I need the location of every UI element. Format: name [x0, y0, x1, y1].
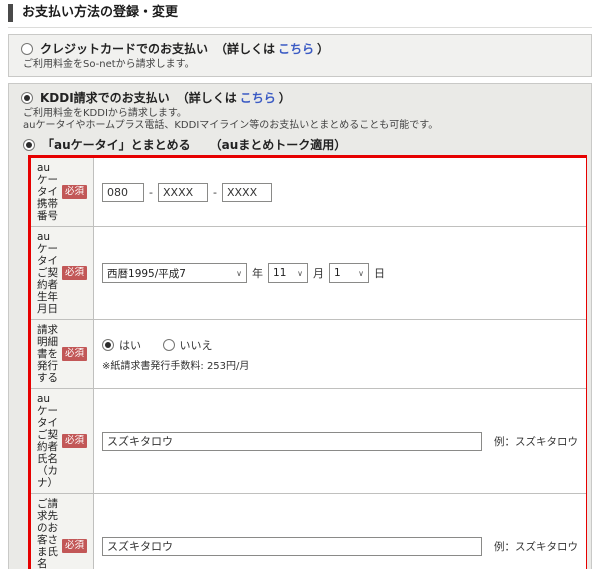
phone-part3-input[interactable] — [222, 183, 272, 202]
kddi-label: KDDI請求でのお支払い — [40, 89, 170, 106]
details-suffix: ） — [279, 89, 291, 106]
required-badge: 必須 — [62, 266, 87, 280]
month-unit: 月 — [313, 265, 324, 281]
au-mobile-group-radio[interactable] — [23, 139, 35, 151]
details-prefix: （詳しくは — [177, 89, 237, 106]
credit-card-radio[interactable] — [21, 43, 33, 55]
table-row-contractor-name: auケータイご契約者氏名（カナ） 必須 例：スズキタロウ — [31, 389, 586, 494]
contractor-name-label: auケータイご契約者氏名（カナ） — [37, 393, 58, 489]
page-title-block: お支払い方法の登録・変更 — [8, 4, 592, 28]
phone-separator: - — [213, 186, 217, 199]
kddi-description-2: auケータイやホームプラス電話、KDDIマイライン等のお支払いとまとめることも可… — [23, 120, 585, 131]
chevron-down-icon: ∨ — [358, 269, 364, 278]
au-mobile-group-note: （auまとめトーク適用） — [210, 136, 347, 153]
details-prefix: （詳しくは — [215, 40, 275, 57]
phone-part1-input[interactable] — [102, 183, 144, 202]
credit-card-description: ご利用料金をSo-netから請求します。 — [23, 59, 585, 70]
billing-name-label: ご請求先のお客さま氏名（カナ） — [37, 498, 58, 569]
phone-label: auケータイ携帯番号 — [37, 162, 58, 222]
required-badge: 必須 — [62, 539, 87, 553]
required-badge: 必須 — [62, 434, 87, 448]
table-row-phone: auケータイ携帯番号 必須 - - — [31, 158, 586, 227]
phone-separator: - — [149, 186, 153, 199]
birth-year-select[interactable]: 西暦1995/平成7 ∨ — [102, 263, 247, 283]
invoice-fee-note: ※紙請求書発行手数料: 253円/月 — [102, 357, 578, 372]
invoice-no-radio[interactable] — [163, 339, 175, 351]
credit-card-label: クレジットカードでのお支払い — [40, 40, 208, 57]
kddi-details-link[interactable]: こちら — [240, 89, 276, 106]
details-suffix: ） — [317, 40, 329, 57]
invoice-yes-radio[interactable] — [102, 339, 114, 351]
chevron-down-icon: ∨ — [236, 269, 242, 278]
invoice-no-label: いいえ — [180, 337, 213, 353]
birth-month-select[interactable]: 11 ∨ — [268, 263, 308, 283]
day-unit: 日 — [374, 265, 385, 281]
required-badge: 必須 — [62, 347, 87, 361]
contractor-name-example: 例：スズキタロウ — [494, 434, 578, 449]
table-row-billing-name: ご請求先のお客さま氏名（カナ） 必須 例：スズキタロウ — [31, 494, 586, 569]
chevron-down-icon: ∨ — [297, 269, 303, 278]
required-fields-annotation-frame: auケータイ携帯番号 必須 - - — [28, 155, 587, 569]
payment-method-page: お支払い方法の登録・変更 クレジットカードでのお支払い （詳しくは こちら ） … — [0, 0, 600, 569]
year-unit: 年 — [252, 265, 263, 281]
billing-name-input[interactable] — [102, 537, 482, 556]
birthdate-label: auケータイご契約者生年月日 — [37, 231, 58, 315]
kddi-radio[interactable] — [21, 92, 33, 104]
kddi-option-box: KDDI請求でのお支払い （詳しくは こちら ） ご利用料金をKDDIから請求し… — [8, 83, 592, 569]
table-row-invoice: 請求明細書を発行する 必須 はい いいえ ※紙請求書発行手数料: 253円/月 — [31, 320, 586, 389]
invoice-label: 請求明細書を発行する — [37, 324, 58, 384]
phone-part2-input[interactable] — [158, 183, 208, 202]
birth-day-select[interactable]: 1 ∨ — [329, 263, 369, 283]
table-row-birthdate: auケータイご契約者生年月日 必須 西暦1995/平成7 ∨ 年 11 ∨ — [31, 227, 586, 320]
kddi-description-1: ご利用料金をKDDIから請求します。 — [23, 108, 585, 119]
billing-name-example: 例：スズキタロウ — [494, 539, 578, 554]
invoice-yes-label: はい — [119, 337, 141, 353]
credit-card-details-link[interactable]: こちら — [278, 40, 314, 57]
credit-card-option-box: クレジットカードでのお支払い （詳しくは こちら ） ご利用料金をSo-netか… — [8, 34, 592, 77]
page-title: お支払い方法の登録・変更 — [8, 4, 592, 22]
au-payment-form-table: auケータイ携帯番号 必須 - - — [31, 158, 586, 569]
au-mobile-group-label: 「auケータイ」とまとめる — [42, 136, 191, 153]
contractor-name-input[interactable] — [102, 432, 482, 451]
required-badge: 必須 — [62, 185, 87, 199]
